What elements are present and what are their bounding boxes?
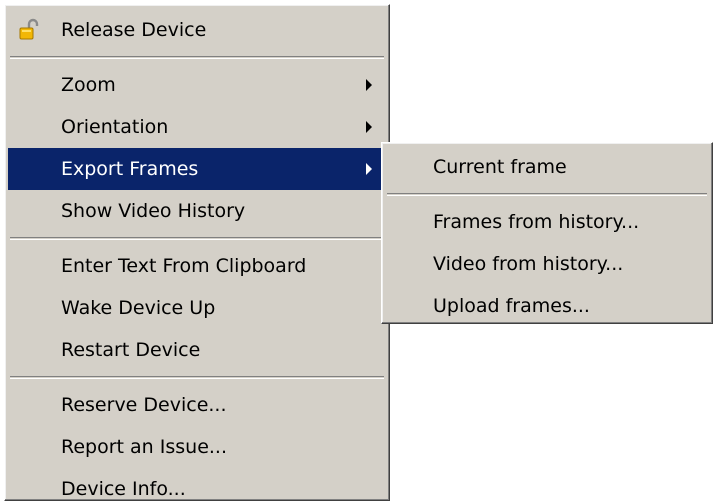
menu-item-label: Wake Device Up	[61, 297, 216, 319]
submenu-item-frames-from-history[interactable]: Frames from history...	[385, 201, 709, 243]
submenu-item-current-frame[interactable]: Current frame	[385, 146, 709, 188]
submenu-item-video-from-history[interactable]: Video from history...	[385, 243, 709, 285]
menu-item-label: Report an Issue...	[61, 436, 227, 458]
menu-item-orientation[interactable]: Orientation	[8, 106, 386, 148]
menu-item-label: Upload frames...	[433, 295, 590, 317]
submenu-arrow-icon	[366, 163, 372, 175]
submenu-item-upload-frames[interactable]: Upload frames...	[385, 285, 709, 327]
menu-item-report-an-issue[interactable]: Report an Issue...	[8, 426, 386, 468]
menu-item-wake-device-up[interactable]: Wake Device Up	[8, 287, 386, 329]
menu-item-label: Show Video History	[61, 200, 246, 222]
unlock-icon	[18, 18, 40, 42]
menu-item-restart-device[interactable]: Restart Device	[8, 329, 386, 371]
menu-item-label: Orientation	[61, 116, 169, 138]
menu-item-device-info[interactable]: Device Info...	[8, 468, 386, 501]
menu-item-export-frames[interactable]: Export Frames	[8, 148, 386, 190]
submenu-arrow-icon	[366, 79, 372, 91]
screen: Release Device Zoom Orientation Export F…	[0, 0, 713, 501]
menu-separator	[10, 237, 384, 240]
menu-item-release-device[interactable]: Release Device	[8, 9, 386, 51]
submenu-arrow-icon	[366, 121, 372, 133]
menu-item-label: Reserve Device...	[61, 394, 227, 416]
menu-item-enter-text-from-clipboard[interactable]: Enter Text From Clipboard	[8, 245, 386, 287]
menu-item-label: Current frame	[433, 156, 567, 178]
menu-item-label: Device Info...	[61, 478, 186, 500]
menu-item-label: Video from history...	[433, 253, 624, 275]
menu-item-label: Enter Text From Clipboard	[61, 255, 307, 277]
menu-item-label: Export Frames	[61, 158, 199, 180]
menu-item-show-video-history[interactable]: Show Video History	[8, 190, 386, 232]
menu-separator	[10, 376, 384, 379]
device-context-menu: Release Device Zoom Orientation Export F…	[4, 4, 390, 501]
menu-item-zoom[interactable]: Zoom	[8, 64, 386, 106]
export-frames-submenu: Current frame Frames from history... Vid…	[381, 142, 713, 324]
menu-item-reserve-device[interactable]: Reserve Device...	[8, 384, 386, 426]
menu-separator	[10, 56, 384, 59]
menu-item-label: Restart Device	[61, 339, 201, 361]
menu-item-label: Release Device	[61, 19, 207, 41]
menu-item-label: Zoom	[61, 74, 116, 96]
menu-item-label: Frames from history...	[433, 211, 640, 233]
menu-separator	[387, 193, 707, 196]
